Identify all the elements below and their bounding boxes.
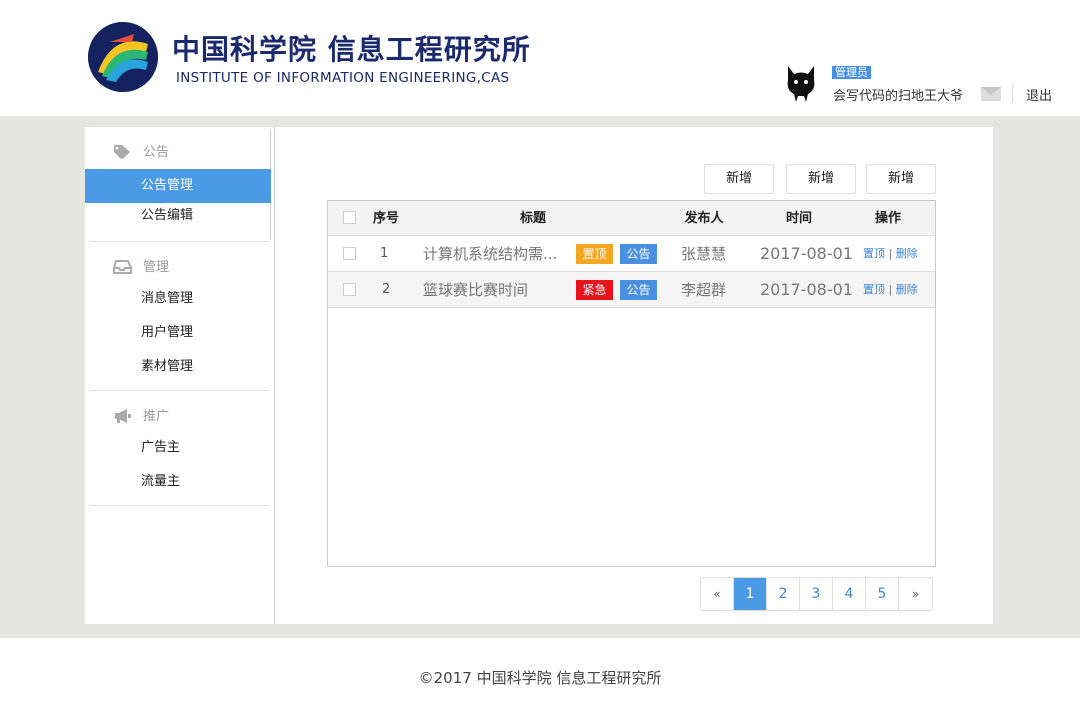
column-header-actions: 操作 [874,211,901,226]
tag-notice: 公告 [620,244,657,264]
table-row: 1 计算机系统结构需... 置顶 公告 张慧慧 2017-08-01 置顶 | … [328,236,935,272]
row-date: 2017-08-01 [760,280,853,299]
logout-link[interactable]: 退出 [1026,85,1052,104]
sidebar-section-title: 推广 [143,409,170,424]
sidebar-section-announcement: 公告 [113,141,169,160]
mail-icon[interactable] [981,87,1001,101]
announcement-table: 序号 标题 发布人 时间 操作 1 计算机系统结构需... 置顶 公告 张慧慧 … [327,200,936,567]
page-button-3[interactable]: 3 [800,578,833,610]
action-separator: | [888,283,893,296]
column-header-title: 标题 [519,211,546,226]
tags-icon [113,144,133,159]
page-button-4[interactable]: 4 [833,578,866,610]
action-separator: | [888,247,893,260]
page-button-5[interactable]: 5 [866,578,899,610]
row-actions: 置顶 | 删除 [863,272,918,308]
row-author: 李超群 [681,281,727,299]
row-title[interactable]: 计算机系统结构需... [423,236,557,272]
table-row: 2 篮球赛比赛时间 紧急 公告 李超群 2017-08-01 置顶 | 删除 [328,272,935,308]
page-button-2[interactable]: 2 [767,578,800,610]
prev-page-button[interactable]: « [701,578,734,610]
tag-urgent: 紧急 [576,280,613,300]
footer-copyright: ©2017 中国科学院 信息工程研究所 [418,669,662,687]
pin-link[interactable]: 置顶 [863,283,885,296]
row-index: 1 [380,246,389,261]
next-page-button[interactable]: » [899,578,932,610]
delete-link[interactable]: 删除 [896,247,918,260]
cas-logo-icon [88,22,158,92]
tag-notice: 公告 [620,280,657,300]
sidebar-divider [89,241,269,242]
sidebar-section-title: 管理 [143,260,170,275]
user-name[interactable]: 会写代码的扫地王大爷 [833,85,963,104]
row-actions: 置顶 | 删除 [863,236,918,272]
add-button[interactable]: 新增 [786,164,856,194]
add-button[interactable]: 新增 [704,164,774,194]
sidebar-item-materials[interactable]: 素材管理 [85,350,271,384]
row-checkbox[interactable] [343,283,356,296]
sidebar-item-announcement-manage[interactable]: 公告管理 [85,169,271,203]
row-checkbox[interactable] [343,247,356,260]
delete-link[interactable]: 删除 [896,283,918,296]
column-header-index: 序号 [372,211,399,226]
row-index: 2 [382,282,391,297]
column-header-author: 发布人 [684,211,724,226]
inbox-icon [113,259,133,274]
page-header: 中国科学院 信息工程研究所 INSTITUTE OF INFORMATION E… [0,0,1080,116]
sidebar-item-messages[interactable]: 消息管理 [85,282,271,316]
sidebar-item-announcement-edit[interactable]: 公告编辑 [85,199,271,233]
bullhorn-icon [113,408,133,423]
table-header: 序号 标题 发布人 时间 操作 [328,201,935,236]
add-button[interactable]: 新增 [866,164,936,194]
row-title[interactable]: 篮球赛比赛时间 [423,272,528,308]
sidebar-border [274,127,275,624]
select-all-checkbox[interactable] [343,211,356,224]
row-date: 2017-08-01 [760,244,853,263]
row-author: 张慧慧 [681,245,727,263]
pagination: « 1 2 3 4 5 » [700,577,933,611]
sidebar-divider [89,505,269,506]
tag-pinned: 置顶 [576,244,613,264]
sidebar-section-promotion: 推广 [113,405,169,424]
sidebar-item-publisher[interactable]: 流量主 [85,465,271,499]
header-divider [1012,84,1013,102]
sidebar-section-manage: 管理 [113,256,169,275]
sidebar-divider [89,390,269,391]
institute-name-en: INSTITUTE OF INFORMATION ENGINEERING,CAS [176,70,510,86]
institute-name-cn: 中国科学院 信息工程研究所 [172,33,531,66]
pin-link[interactable]: 置顶 [863,247,885,260]
page-button-1[interactable]: 1 [734,578,767,610]
sidebar-section-title: 公告 [143,145,170,160]
sidebar-item-advertiser[interactable]: 广告主 [85,431,271,465]
user-avatar[interactable] [782,62,820,104]
column-header-time: 时间 [785,211,812,226]
sidebar-item-users[interactable]: 用户管理 [85,316,271,350]
role-badge: 管理员 [832,66,871,79]
